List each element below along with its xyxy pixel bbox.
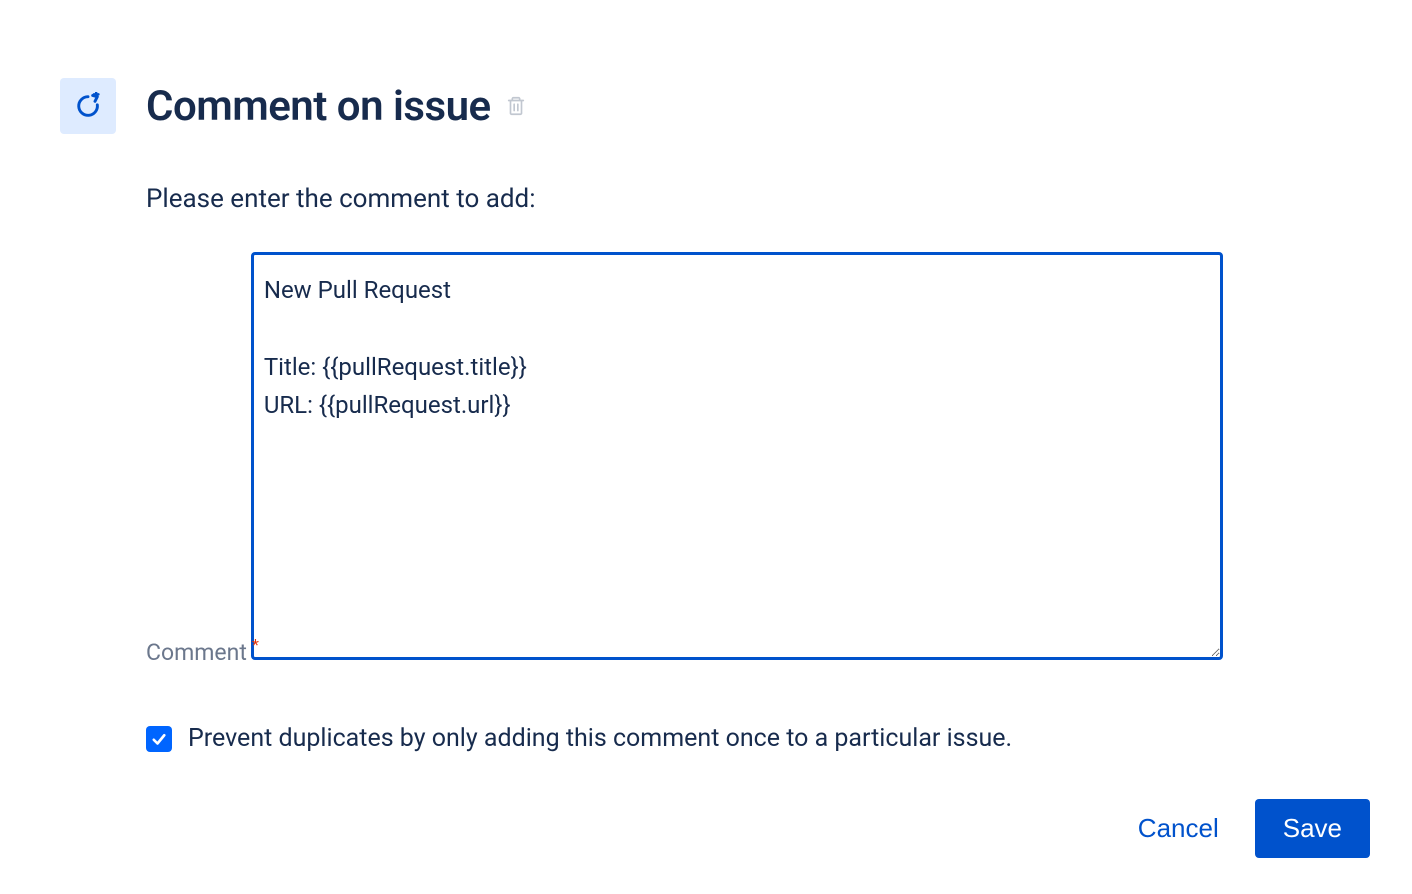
page-title: Comment on issue (146, 82, 491, 131)
comment-textarea[interactable] (251, 252, 1223, 660)
title-group: Comment on issue (146, 82, 527, 131)
checkbox-row: Prevent duplicates by only adding this c… (146, 724, 1352, 753)
form-subtitle: Please enter the comment to add: (146, 184, 1352, 214)
required-asterisk: * (252, 635, 259, 654)
save-button[interactable]: Save (1255, 799, 1370, 858)
checkmark-icon (150, 730, 168, 748)
comment-label: Comment * (146, 639, 247, 666)
checkbox-label: Prevent duplicates by only adding this c… (188, 724, 1012, 753)
trash-icon[interactable] (505, 94, 527, 118)
action-icon-box (60, 78, 116, 134)
form-content: Please enter the comment to add: Comment… (146, 184, 1352, 753)
footer-buttons: Cancel Save (1138, 799, 1370, 858)
cancel-button[interactable]: Cancel (1138, 813, 1219, 844)
main-container: Comment on issue Please enter the commen… (0, 0, 1412, 793)
prevent-duplicates-checkbox[interactable] (146, 726, 172, 752)
comment-label-text: Comment (146, 639, 247, 666)
header-row: Comment on issue (60, 78, 1352, 134)
refresh-add-icon (74, 92, 102, 120)
